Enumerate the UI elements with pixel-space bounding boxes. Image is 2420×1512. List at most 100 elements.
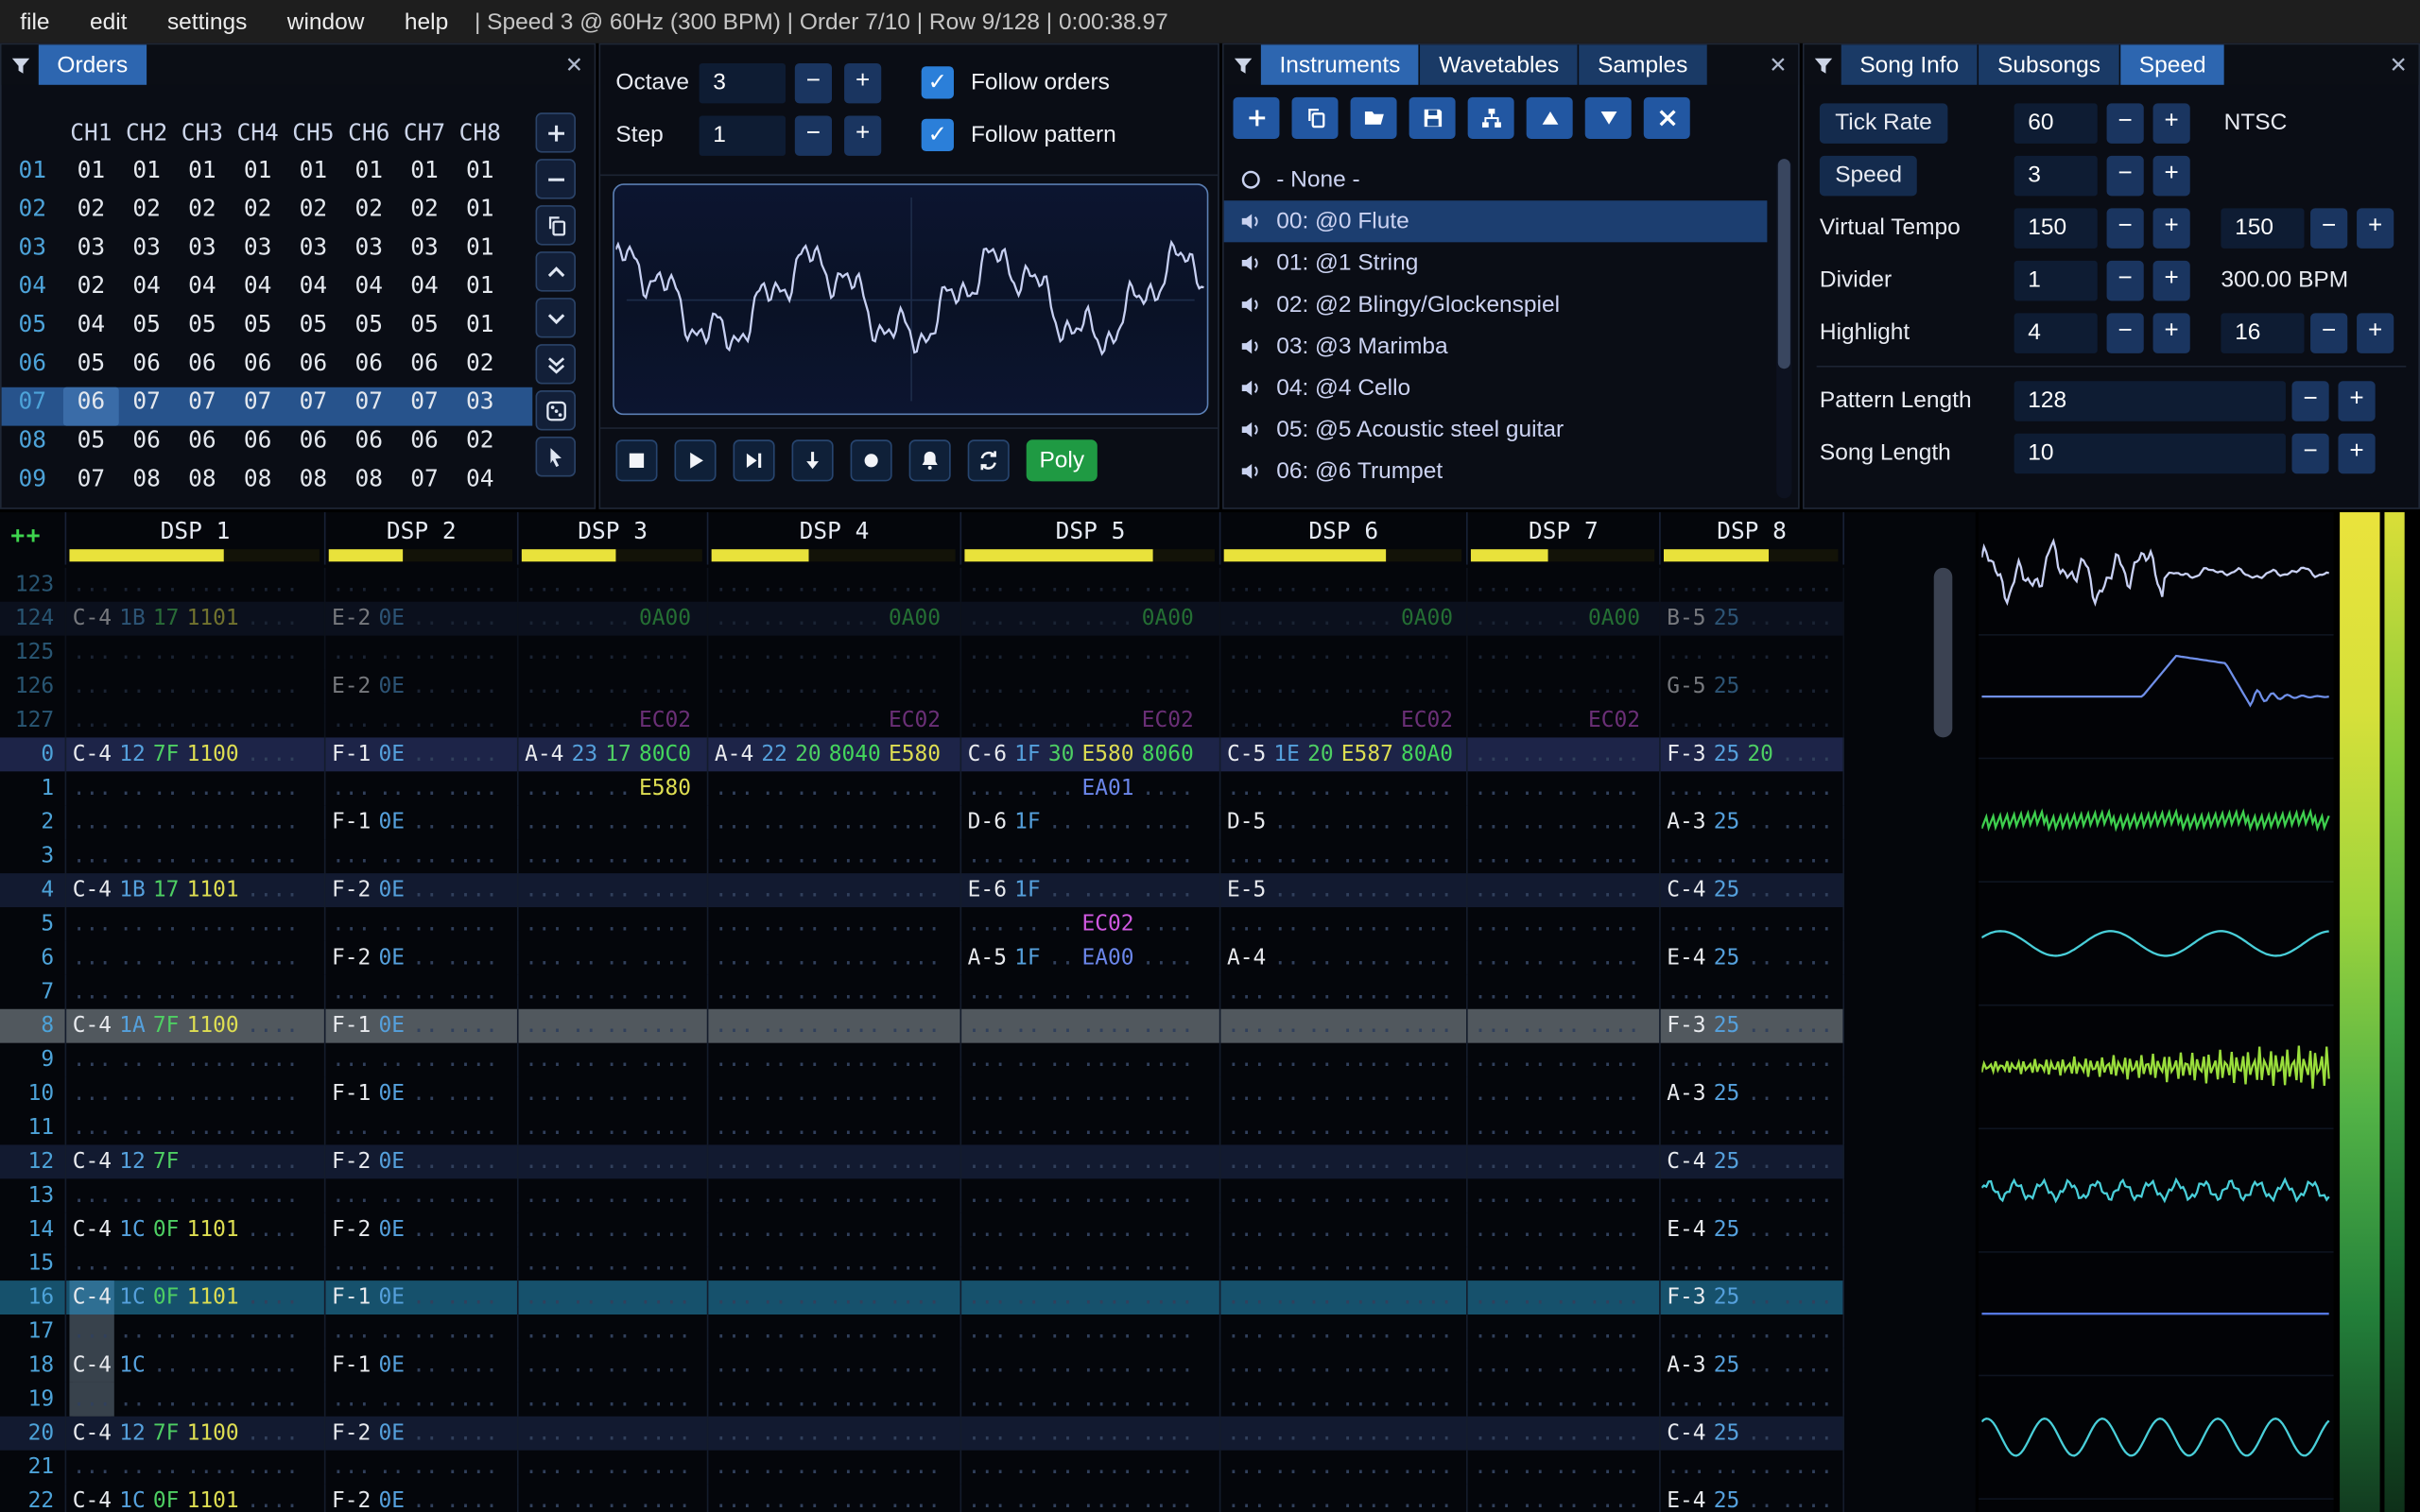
play-button[interactable] <box>674 439 717 482</box>
divider-decrement-button[interactable]: − <box>2106 260 2144 301</box>
highlight-second-increment-button[interactable]: + <box>2357 313 2394 353</box>
pattern-row-9[interactable]: 9.......................................… <box>0 1042 1845 1077</box>
speed-input[interactable]: 3 <box>2014 155 2098 197</box>
virtual-tempo-num-increment-button[interactable]: + <box>2152 208 2190 249</box>
pattern-row-22[interactable]: 22 C-4 1C 0F 1101.... F-2 0E..................… <box>0 1484 1845 1512</box>
pattern-row-1[interactable]: 1................................. E580..… <box>0 771 1845 806</box>
pattern-row-124[interactable]: 124 C-4 1B 17 1101.... E-2 0E............. 0A00… <box>0 601 1845 636</box>
order-row-06[interactable]: 06 05 06 06 06 06 06 06 02 <box>2 349 533 387</box>
virtual-tempo-denominator-input[interactable]: 150 <box>2221 208 2305 249</box>
tab-samples[interactable]: Samples <box>1579 44 1706 85</box>
pattern-row-2[interactable]: 2............... F-1 0E...................… <box>0 805 1845 840</box>
instrument-item-1[interactable]: 01: @1 String <box>1224 242 1768 284</box>
pattern-length-increment-button[interactable]: + <box>2338 381 2376 421</box>
pattern-length-decrement-button[interactable]: − <box>2291 381 2329 421</box>
instrument-folder-view-button[interactable] <box>1467 96 1514 139</box>
order-row-08[interactable]: 08 05 06 06 06 06 06 06 02 <box>2 426 533 465</box>
orders-close-icon[interactable]: ✕ <box>554 44 594 84</box>
duplicate-order-to-end-button[interactable] <box>535 344 576 385</box>
tick-rate-label[interactable]: Tick Rate <box>1819 103 1948 144</box>
instrument-item-0[interactable]: 00: @0 Flute <box>1223 200 1768 243</box>
channel-header-4[interactable]: DSP 4 <box>706 512 960 565</box>
channel-header-5[interactable]: DSP 5 <box>959 512 1219 565</box>
channel-header-2[interactable]: DSP 2 <box>323 512 517 565</box>
channel-header-7[interactable]: DSP 7 <box>1466 512 1659 565</box>
pattern-row-5[interactable]: 5.......................................… <box>0 906 1845 941</box>
order-row-05[interactable]: 05 04 05 05 05 05 05 05 01 <box>2 310 533 349</box>
octave-decrement-button[interactable]: − <box>794 62 832 104</box>
instrument-list-scrollbar[interactable] <box>1776 159 1792 499</box>
tab-orders[interactable]: Orders <box>38 44 147 85</box>
play-pattern-button[interactable] <box>733 439 775 482</box>
add-instrument-button[interactable] <box>1233 96 1280 139</box>
pattern-row-0[interactable]: 0 C-4 12 7F 1100.... F-1 0E...... A-4 23 17 80C0 A-… <box>0 737 1845 772</box>
pattern-row-11[interactable]: 11......................................… <box>0 1110 1845 1145</box>
add-channel-button[interactable]: ++ <box>10 522 42 549</box>
follow-pattern-checkbox[interactable]: ✓ <box>921 118 954 151</box>
order-row-07[interactable]: 07 06 07 07 07 07 07 07 03 <box>1 387 533 426</box>
menu-edit[interactable]: edit <box>70 9 147 35</box>
pattern-row-20[interactable]: 20 C-4 12 7F 1100.... F-2 0E..................… <box>0 1416 1845 1451</box>
delete-instrument-button[interactable] <box>1643 96 1690 139</box>
pattern-row-14[interactable]: 14 C-4 1C 0F 1101.... F-2 0E..................… <box>0 1212 1845 1247</box>
octave-increment-button[interactable]: + <box>844 62 882 104</box>
song-close-icon[interactable]: ✕ <box>2378 44 2418 84</box>
pattern-row-6[interactable]: 6............... F-2 0E...................… <box>0 940 1845 975</box>
tab-speed[interactable]: Speed <box>2120 44 2225 85</box>
pattern-row-16[interactable]: 16 C-4 1C 0F 1101.... F-1 0E..................… <box>0 1280 1845 1315</box>
menu-help[interactable]: help <box>385 9 469 35</box>
tab-song-info[interactable]: Song Info <box>1841 44 1978 85</box>
instrument-none[interactable]: - None - <box>1224 159 1768 200</box>
tab-instruments[interactable]: Instruments <box>1260 44 1420 85</box>
pattern-row-3[interactable]: 3.......................................… <box>0 839 1845 874</box>
step-row-button[interactable] <box>791 439 834 482</box>
pattern-row-18[interactable]: 18 C-4 1C.......... F-1 0E..................… <box>0 1348 1845 1383</box>
highlight-second-input[interactable]: 16 <box>2221 313 2305 353</box>
save-instrument-button[interactable] <box>1409 96 1456 139</box>
song-length-increment-button[interactable]: + <box>2338 433 2376 474</box>
song-length-decrement-button[interactable]: − <box>2291 433 2329 474</box>
order-row-03[interactable]: 03 03 03 03 03 03 03 03 01 <box>2 233 533 272</box>
stop-button[interactable] <box>615 439 658 482</box>
move-instrument-up-button[interactable] <box>1526 96 1573 139</box>
channel-header-1[interactable]: DSP 1 <box>64 512 324 565</box>
menu-file[interactable]: file <box>0 9 70 35</box>
instrument-item-4[interactable]: 04: @4 Cello <box>1224 368 1768 409</box>
duplicate-instrument-button[interactable] <box>1291 96 1339 139</box>
pattern-row-21[interactable]: 21......................................… <box>0 1450 1845 1485</box>
pattern-row-15[interactable]: 15......................................… <box>0 1246 1845 1281</box>
tick-rate-mode-label[interactable]: NTSC <box>2224 103 2288 143</box>
speed-label[interactable]: Speed <box>1819 155 1918 197</box>
divider-increment-button[interactable]: + <box>2152 260 2190 301</box>
pattern-row-126[interactable]: 126............... E-2 0E.................… <box>0 669 1845 704</box>
menu-settings[interactable]: settings <box>147 9 268 35</box>
pattern-row-123[interactable]: 123.....................................… <box>0 567 1845 602</box>
virtual-tempo-den-decrement-button[interactable]: − <box>2310 208 2348 249</box>
order-edit-mode-button[interactable] <box>535 437 576 477</box>
pattern-length-input[interactable]: 128 <box>2014 381 2286 421</box>
song-window-menu-icon[interactable] <box>1805 44 1841 84</box>
order-row-01[interactable]: 01 01 01 01 01 01 01 01 01 <box>2 156 533 195</box>
pattern-row-127[interactable]: 127................................. EC02… <box>0 703 1845 738</box>
order-row-04[interactable]: 04 02 04 04 04 04 04 04 01 <box>2 271 533 310</box>
open-instrument-button[interactable] <box>1350 96 1397 139</box>
octave-input[interactable]: 3 <box>699 62 786 104</box>
tab-subsongs[interactable]: Subsongs <box>1979 44 2119 85</box>
pattern-row-7[interactable]: 7.......................................… <box>0 974 1845 1009</box>
tab-wavetables[interactable]: Wavetables <box>1420 44 1578 85</box>
order-change-mode-button[interactable] <box>535 390 576 431</box>
instruments-window-menu-icon[interactable] <box>1224 44 1261 84</box>
pattern-row-4[interactable]: 4 C-4 1B 17 1101.... F-2 0E...................… <box>0 873 1845 907</box>
add-order-button[interactable] <box>535 112 576 153</box>
poly-button[interactable]: Poly <box>1026 439 1098 482</box>
song-length-input[interactable]: 10 <box>2014 433 2286 474</box>
highlight-first-increment-button[interactable]: + <box>2152 313 2190 353</box>
pattern-row-10[interactable]: 10............... F-1 0E..................… <box>0 1076 1845 1111</box>
tick-rate-input[interactable]: 60 <box>2014 103 2098 144</box>
pattern-row-17[interactable]: 17......................................… <box>0 1314 1845 1349</box>
remove-order-button[interactable] <box>535 159 576 199</box>
virtual-tempo-den-increment-button[interactable]: + <box>2357 208 2394 249</box>
instrument-item-2[interactable]: 02: @2 Blingy/Glockenspiel <box>1224 284 1768 325</box>
tick-rate-decrement-button[interactable]: − <box>2106 103 2144 144</box>
virtual-tempo-num-decrement-button[interactable]: − <box>2106 208 2144 249</box>
